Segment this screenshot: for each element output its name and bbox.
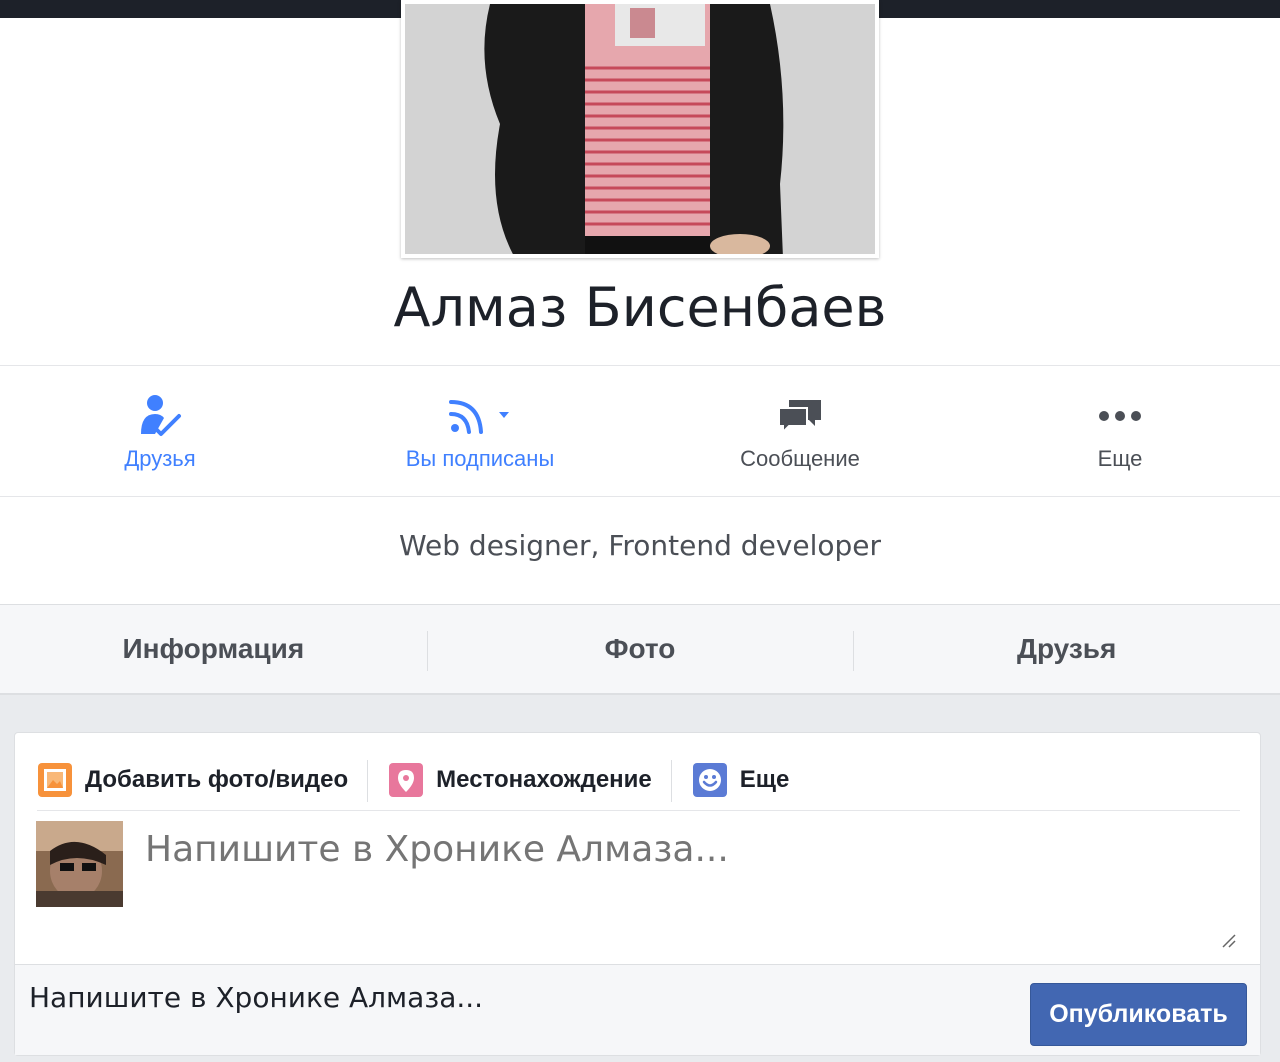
composer-footer-text: Напишите в Хронике Алмаза... (29, 981, 484, 1014)
rss-following-icon (447, 392, 513, 440)
profile-action-bar: Друзья Вы подписаны Сообщение Еще (0, 365, 1280, 497)
photo-video-icon (38, 762, 72, 797)
composer-action-bar: Добавить фото/видео Местонахождение Еще (37, 749, 1240, 811)
profile-photo-image (405, 4, 875, 254)
composer-footer: Напишите в Хронике Алмаза... Опубликоват… (15, 964, 1260, 1055)
friends-button-label: Друзья (124, 446, 196, 471)
profile-bio: Web designer, Frontend developer (0, 497, 1280, 605)
profile-photo[interactable] (401, 0, 879, 258)
add-photo-video-button[interactable]: Добавить фото/видео (37, 758, 369, 802)
friends-check-icon (137, 392, 183, 440)
more-dots-icon (1098, 392, 1142, 440)
location-button[interactable]: Местонахождение (388, 758, 672, 802)
avatar-image (36, 821, 123, 907)
following-button[interactable]: Вы подписаны (320, 366, 640, 496)
publish-button[interactable]: Опубликовать (1030, 983, 1247, 1046)
location-pin-icon (389, 762, 424, 797)
more-button[interactable]: Еще (960, 366, 1280, 496)
tab-friends[interactable]: Друзья (853, 605, 1280, 693)
location-label: Местонахождение (436, 765, 652, 793)
message-button[interactable]: Сообщение (640, 366, 960, 496)
add-photo-video-label: Добавить фото/видео (85, 765, 349, 793)
composer-more-label: Еще (739, 765, 790, 793)
message-button-label: Сообщение (740, 446, 860, 471)
composer-more-button[interactable]: Еще (692, 758, 810, 802)
smiley-icon (692, 762, 727, 797)
avatar[interactable] (36, 821, 123, 907)
friends-button[interactable]: Друзья (0, 366, 320, 496)
profile-tabs: Информация Фото Друзья (0, 605, 1280, 695)
post-composer: Добавить фото/видео Местонахождение Еще (14, 732, 1261, 1056)
tab-info[interactable]: Информация (0, 605, 427, 693)
following-button-label: Вы подписаны (405, 446, 555, 471)
chat-bubbles-icon (777, 392, 823, 440)
more-button-label: Еще (1097, 446, 1143, 471)
resize-grip-icon[interactable] (1219, 931, 1237, 949)
profile-header: Алмаз Бисенбаев (0, 0, 1280, 365)
status-input[interactable] (143, 821, 1233, 953)
tab-photos[interactable]: Фото (426, 605, 854, 693)
profile-name: Алмаз Бисенбаев (393, 276, 887, 339)
